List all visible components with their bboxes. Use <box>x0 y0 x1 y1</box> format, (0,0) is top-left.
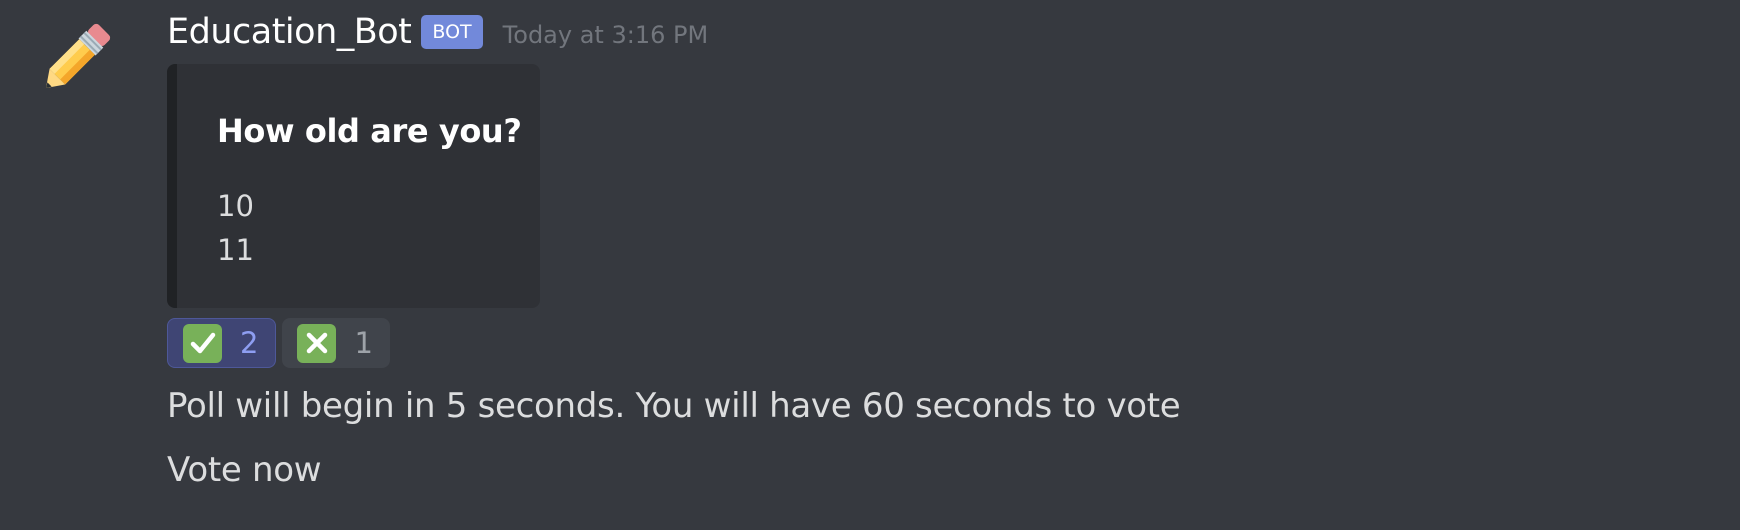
cross-mark-icon <box>297 323 337 363</box>
message-text: Poll will begin in 5 seconds. You will h… <box>167 386 1181 426</box>
message-text: Vote now <box>167 450 322 490</box>
pencil-icon <box>46 23 111 88</box>
poll-option: 11 <box>217 233 254 267</box>
check-mark-icon <box>183 323 222 363</box>
embed-title: How old are you? <box>217 112 522 150</box>
reaction-check[interactable]: 2 <box>167 318 277 368</box>
username[interactable]: Education_Bot <box>167 12 412 52</box>
reactions-bar: 2 1 <box>167 318 390 368</box>
reaction-count: 2 <box>240 326 259 360</box>
message-header: Education_Bot BOT Today at 3:16 PM <box>167 10 708 54</box>
chat-message: Education_Bot BOT Today at 3:16 PM How o… <box>0 0 1740 530</box>
reaction-count: 1 <box>354 326 373 360</box>
bot-badge: BOT <box>421 15 483 49</box>
embed-description: 10 11 <box>217 184 254 272</box>
avatar[interactable] <box>30 14 120 104</box>
poll-option: 10 <box>217 189 254 223</box>
timestamp: Today at 3:16 PM <box>502 21 709 49</box>
reaction-cross[interactable]: 1 <box>282 318 390 368</box>
poll-embed: How old are you? 10 11 <box>167 64 540 308</box>
